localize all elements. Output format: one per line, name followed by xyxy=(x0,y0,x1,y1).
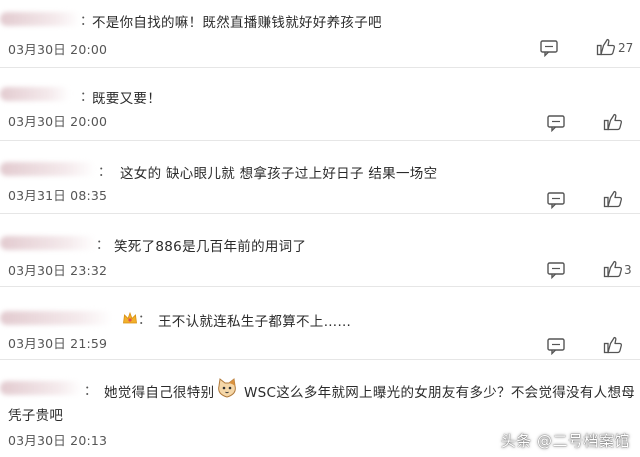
comment-time: 03月30日 20:00 xyxy=(8,114,108,129)
comment-icon[interactable] xyxy=(546,191,566,209)
blurred-username xyxy=(0,12,80,26)
crown-icon xyxy=(123,311,137,324)
comment-item: ： 既要又要！ 03月30日 20:00 xyxy=(0,68,640,140)
thumbs-up-icon[interactable] xyxy=(596,38,616,56)
thumbs-up-icon[interactable] xyxy=(603,336,623,354)
comment-text-part-b: WSC这么多年就网上曝光的女朋友有多少？不会觉得没有人想母 xyxy=(244,385,636,401)
comment-text-part-c: 凭子贵吧 xyxy=(8,408,64,424)
comment-text: 笑死了886是几百年前的用词了 xyxy=(114,239,307,255)
comment-time: 03月31日 08:35 xyxy=(8,188,108,203)
colon: ： xyxy=(98,165,112,180)
blurred-username xyxy=(0,236,96,250)
like-count: 3 xyxy=(624,263,632,277)
cat-face-icon xyxy=(218,378,236,398)
comment-icon[interactable] xyxy=(546,114,566,132)
thumbs-up-icon[interactable] xyxy=(603,190,623,208)
comment-item: ： 王不认就连私生子都算不上…… 03月30日 21:59 xyxy=(0,287,640,359)
comment-time: 03月30日 23:32 xyxy=(8,263,108,278)
comment-text-part-a: 她觉得自己很特别 xyxy=(104,385,215,401)
comment-text: 不是你自找的嘛！既然直播赚钱就好好养孩子吧 xyxy=(92,15,382,31)
comment-text: 这女的 缺心眼儿就 想拿孩子过上好日子 结果一场空 xyxy=(120,166,438,182)
like-count: 27 xyxy=(618,41,634,55)
comment-time: 03月30日 20:13 xyxy=(8,433,108,448)
comment-icon[interactable] xyxy=(546,337,566,355)
blurred-username xyxy=(0,87,70,101)
comment-time: 03月30日 21:59 xyxy=(8,336,108,351)
comment-item: ： 不是你自找的嘛！既然直播赚钱就好好养孩子吧 03月30日 20:00 27 xyxy=(0,0,640,67)
comment-item: ： 这女的 缺心眼儿就 想拿孩子过上好日子 结果一场空 03月31日 08:35 xyxy=(0,141,640,213)
comment-item: ： 笑死了886是几百年前的用词了 03月30日 23:32 3 xyxy=(0,214,640,286)
blurred-username xyxy=(0,162,95,176)
thumbs-up-icon[interactable] xyxy=(603,113,623,131)
blurred-username xyxy=(0,311,112,325)
comment-text: 王不认就连私生子都算不上…… xyxy=(158,314,352,330)
comment-icon[interactable] xyxy=(546,261,566,279)
watermark: 头条 @二号档案馆 xyxy=(500,432,630,450)
comment-time: 03月30日 20:00 xyxy=(8,42,108,57)
thumbs-up-icon[interactable] xyxy=(603,260,623,278)
colon: ： xyxy=(138,313,152,328)
comment-text: 既要又要！ xyxy=(92,91,161,107)
colon: ： xyxy=(84,384,98,399)
blurred-username xyxy=(0,381,82,395)
comment-icon[interactable] xyxy=(539,39,559,57)
colon: ： xyxy=(96,238,110,253)
